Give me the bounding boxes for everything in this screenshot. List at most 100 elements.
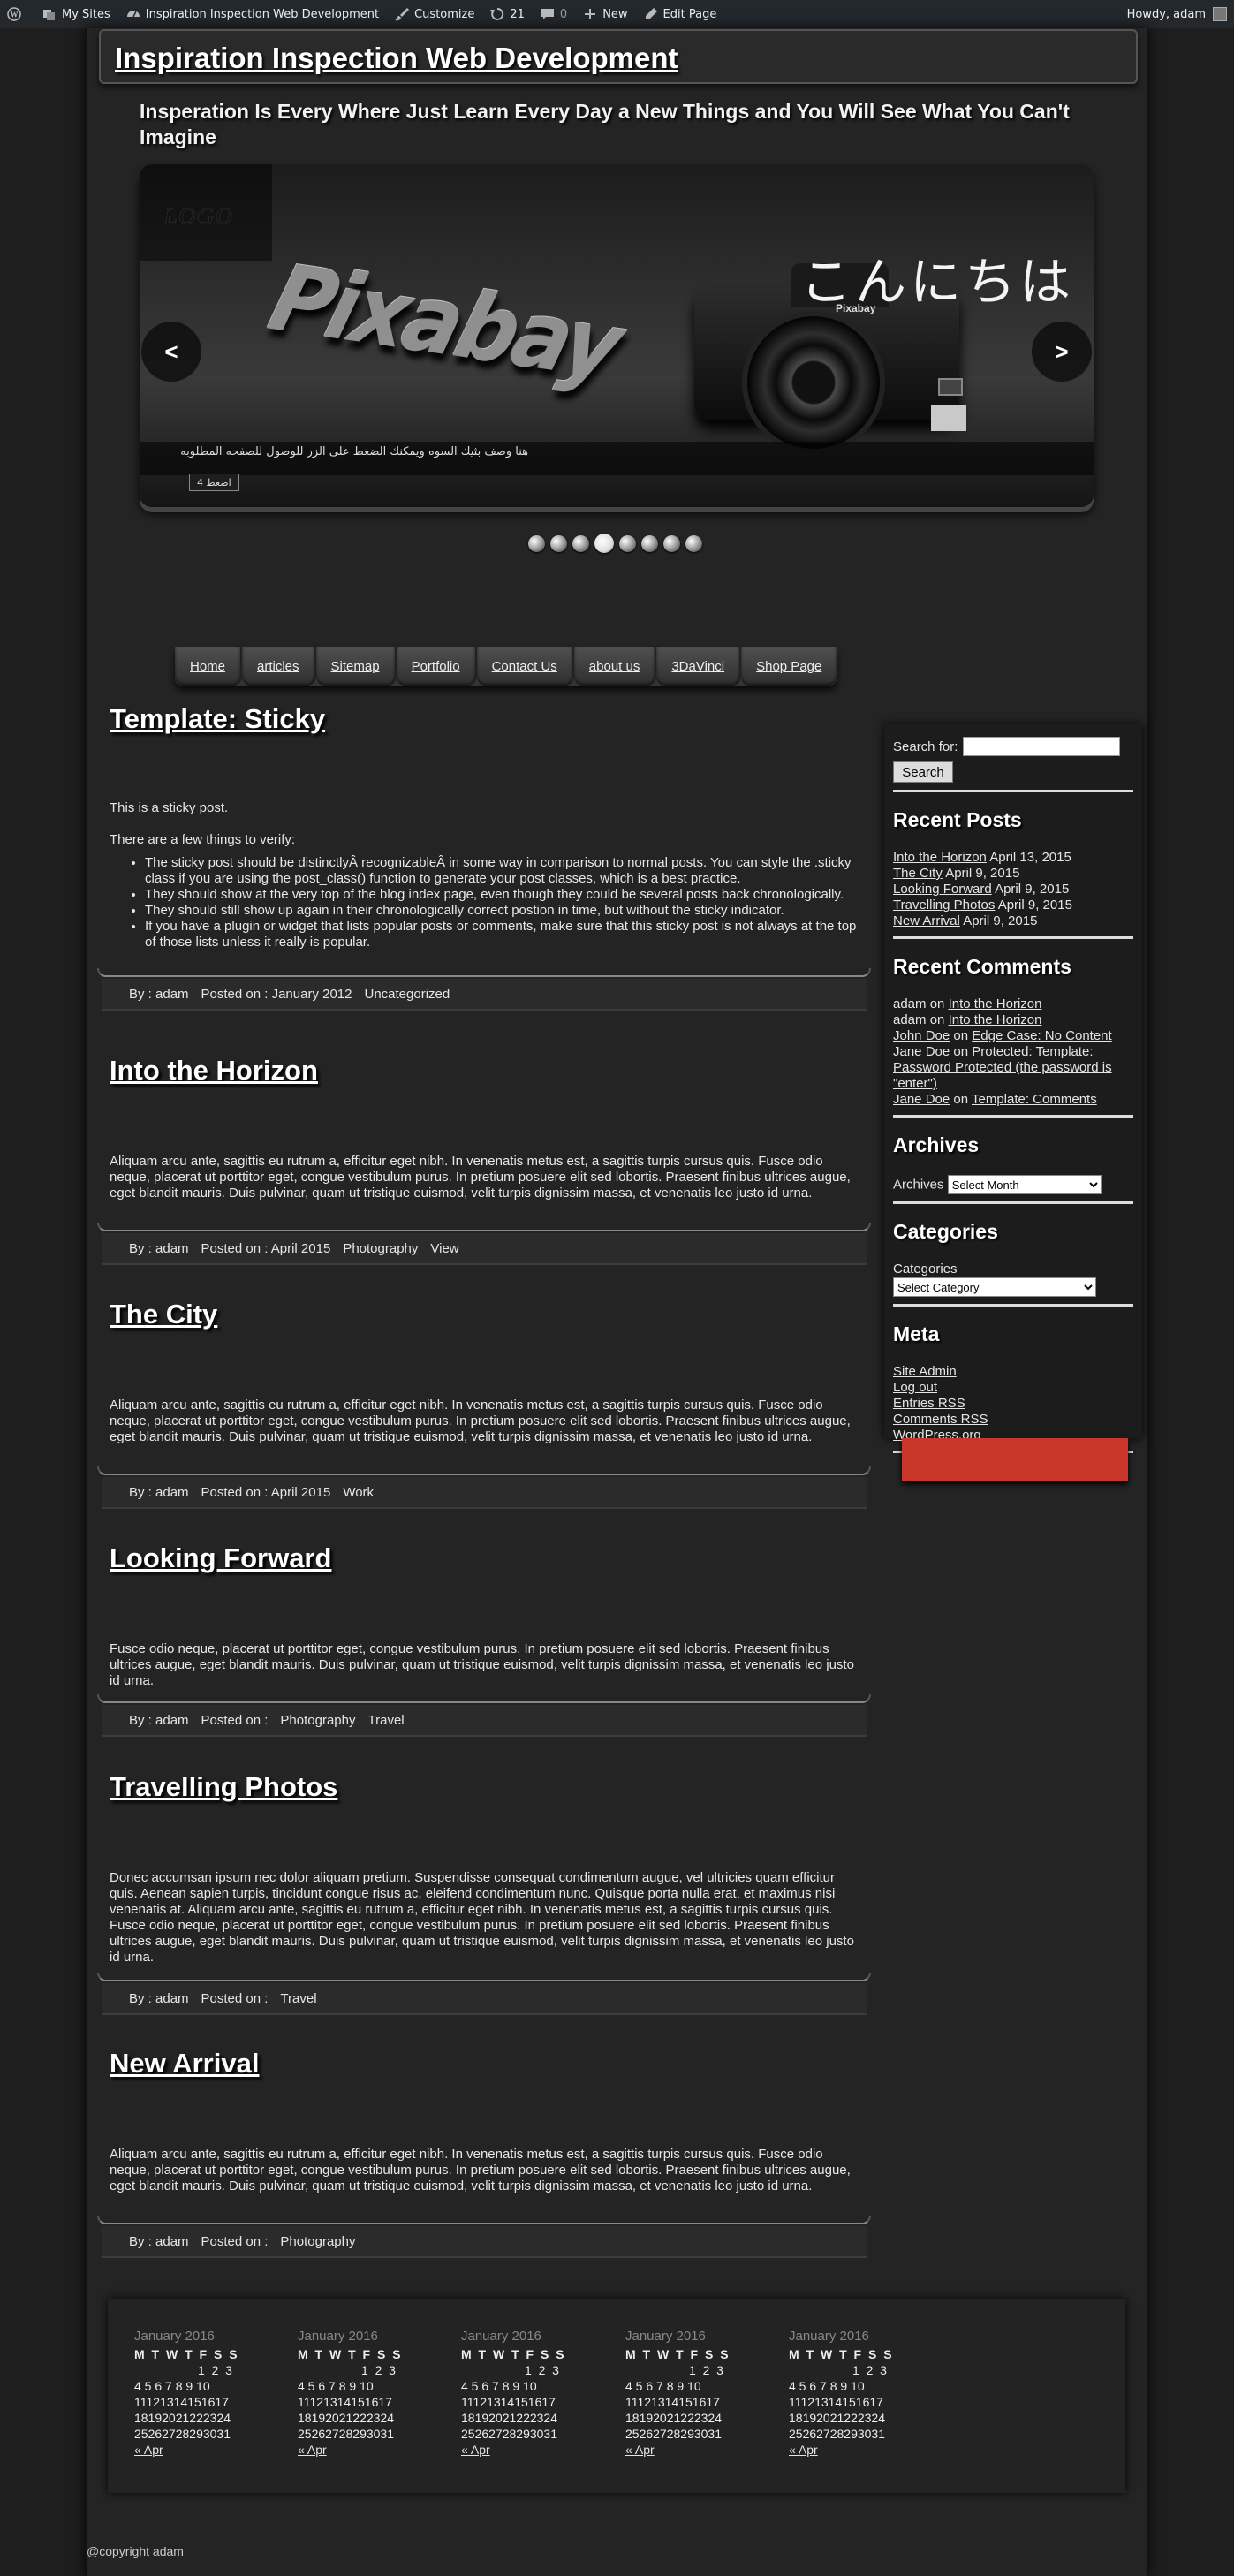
comment-author[interactable]: John Doe (893, 1028, 950, 1043)
search-button[interactable]: Search (893, 761, 953, 783)
post-tag[interactable]: Photography (280, 2234, 355, 2249)
post-tag[interactable]: Photography (343, 1241, 418, 1256)
calendar-caption: January 2016 (789, 2329, 869, 2344)
meta-link[interactable]: Site Admin (893, 1364, 957, 1379)
image-slider[interactable]: LOGO Pixabay Pixabay こんにちは هنا وصف بثيك … (140, 164, 1094, 507)
recent-post-link[interactable]: The City (893, 866, 943, 881)
post-tag[interactable]: View (430, 1241, 458, 1256)
meta-link[interactable]: Entries RSS (893, 1396, 965, 1411)
copyright-link[interactable]: @copyright adam (87, 2544, 184, 2558)
calendar-caption: January 2016 (625, 2329, 706, 2344)
post-title[interactable]: Into the Horizon (99, 1055, 869, 1087)
post-content: Aliquam arcu ante, sagittis eu rutrum a,… (110, 2147, 851, 2193)
slider-dot[interactable] (641, 534, 658, 552)
calendar-prev-link[interactable]: « Apr (625, 2443, 655, 2457)
my-sites-icon (43, 10, 55, 20)
calendar-week: 25262728293031 (625, 2427, 723, 2441)
post-tag[interactable]: Uncategorized (365, 987, 450, 1002)
post-tag[interactable]: Travel (368, 1713, 405, 1728)
plus-icon (585, 9, 596, 19)
slider-dot[interactable] (619, 534, 636, 552)
post-divider (97, 968, 871, 977)
post-author[interactable]: By : adam (129, 1991, 189, 2006)
recent-post-item: Looking Forward April 9, 2015 (893, 882, 1133, 898)
meta-item: Site Admin (893, 1364, 1133, 1380)
comment-post-link[interactable]: Into the Horizon (949, 996, 1042, 1011)
svg-text:W: W (11, 11, 19, 19)
edit-page-link[interactable]: Edit Page (644, 7, 716, 21)
slider-dot[interactable] (550, 534, 567, 552)
calendar-widget: January 2016 M T W T F S S 1 2 3 4 5 6 7 8 … (134, 2329, 284, 2458)
post-title[interactable]: Template: Sticky (99, 703, 869, 735)
post-content: Fusce odio neque, placerat ut porttitor … (110, 1641, 854, 1688)
comment-post-link[interactable]: Template: Comments (972, 1092, 1097, 1107)
meta-link[interactable]: Log out (893, 1380, 937, 1395)
post-author[interactable]: By : adam (129, 2234, 189, 2249)
comment-post-link[interactable]: Into the Horizon (949, 1012, 1042, 1027)
post-title[interactable]: The City (99, 1299, 869, 1330)
recent-post-item: Travelling Photos April 9, 2015 (893, 898, 1133, 913)
categories-widget: Categories Select Category (893, 1261, 1133, 1297)
site-title[interactable]: Inspiration Inspection Web Development (115, 42, 678, 75)
calendar-prev-link[interactable]: « Apr (789, 2443, 818, 2457)
site-name-link[interactable]: Inspiration Inspection Web Development (126, 7, 379, 21)
my-account-link[interactable]: Howdy, adam (1127, 7, 1227, 21)
post-tag[interactable]: Travel (280, 1991, 316, 2006)
nav-item-portfolio[interactable]: Portfolio (396, 647, 477, 686)
post-content: Donec accumsan ipsum nec dolor aliquam p… (110, 1870, 854, 1965)
my-sites-link[interactable]: My Sites (42, 7, 110, 21)
post-title[interactable]: Looking Forward (99, 1542, 869, 1574)
nav-item-articles[interactable]: articles (242, 647, 316, 686)
post-author[interactable]: By : adam (129, 987, 189, 1002)
widget-divider (893, 1302, 1133, 1307)
post-tag[interactable]: Photography (280, 1713, 355, 1728)
post-meta: By : adam Posted on : January 2012 Uncat… (102, 979, 867, 1011)
nav-item-sitemap[interactable]: Sitemap (315, 647, 397, 686)
nav-item-about-us[interactable]: about us (573, 647, 657, 686)
slider-dot[interactable] (572, 534, 589, 552)
slider-dot[interactable] (663, 534, 680, 552)
nav-item-contact-us[interactable]: Contact Us (476, 647, 574, 686)
archives-select[interactable]: Select Month (947, 1175, 1102, 1194)
recent-post-link[interactable]: Into the Horizon (893, 850, 987, 865)
calendar-prev-link[interactable]: « Apr (298, 2443, 327, 2457)
slider-dot[interactable] (528, 534, 545, 552)
calendar-week: 25262728293031 (789, 2427, 886, 2441)
nav-item-3davinci[interactable]: 3DaVinci (656, 647, 742, 686)
nav-item-shop-page[interactable]: Shop Page (741, 647, 837, 686)
slider-dot[interactable] (594, 534, 614, 553)
slider-next-button[interactable]: > (1032, 322, 1092, 382)
recent-post-link[interactable]: Travelling Photos (893, 898, 995, 913)
post-author[interactable]: By : adam (129, 1485, 189, 1500)
post-author[interactable]: By : adam (129, 1241, 189, 1256)
customize-link[interactable]: Customize (395, 7, 474, 21)
post-looking-forward: Looking Forward Fusce odio neque, placer… (97, 1542, 871, 1737)
wordpress-logo-link[interactable]: W (7, 7, 26, 21)
comment-author: adam (893, 1012, 927, 1027)
calendar-prev-link[interactable]: « Apr (461, 2443, 490, 2457)
meta-link[interactable]: Comments RSS (893, 1412, 988, 1427)
calendar-week: 11121314151617 (298, 2395, 392, 2409)
search-input[interactable] (963, 737, 1121, 756)
nav-item-home[interactable]: Home (175, 647, 243, 686)
new-content-link[interactable]: New (583, 7, 628, 21)
post-tag[interactable]: Work (343, 1485, 374, 1500)
comment-post-link[interactable]: Edge Case: No Content (972, 1028, 1111, 1043)
post-title[interactable]: New Arrival (99, 2048, 869, 2080)
post-title[interactable]: Travelling Photos (99, 1771, 869, 1803)
post-author[interactable]: By : adam (129, 1713, 189, 1728)
comments-link[interactable]: 0 (541, 7, 567, 21)
comment-author[interactable]: Jane Doe (893, 1044, 950, 1059)
slider-prev-button[interactable]: < (141, 322, 201, 382)
slide-cta-button[interactable]: اضغط 4 (189, 474, 239, 491)
calendar-widget: January 2016 M T W T F S S 1 2 3 4 5 6 7 8 … (789, 2329, 939, 2458)
comment-author[interactable]: Jane Doe (893, 1092, 950, 1107)
slider-dot[interactable] (685, 534, 702, 552)
calendar-week: 1 2 3 (525, 2363, 559, 2377)
recent-post-link[interactable]: Looking Forward (893, 882, 992, 897)
categories-select[interactable]: Select Category (893, 1277, 1096, 1297)
updates-link[interactable]: 21 (490, 7, 525, 21)
recent-post-link[interactable]: New Arrival (893, 913, 960, 928)
archives-title: Archives (893, 1133, 980, 1156)
calendar-prev-link[interactable]: « Apr (134, 2443, 163, 2457)
